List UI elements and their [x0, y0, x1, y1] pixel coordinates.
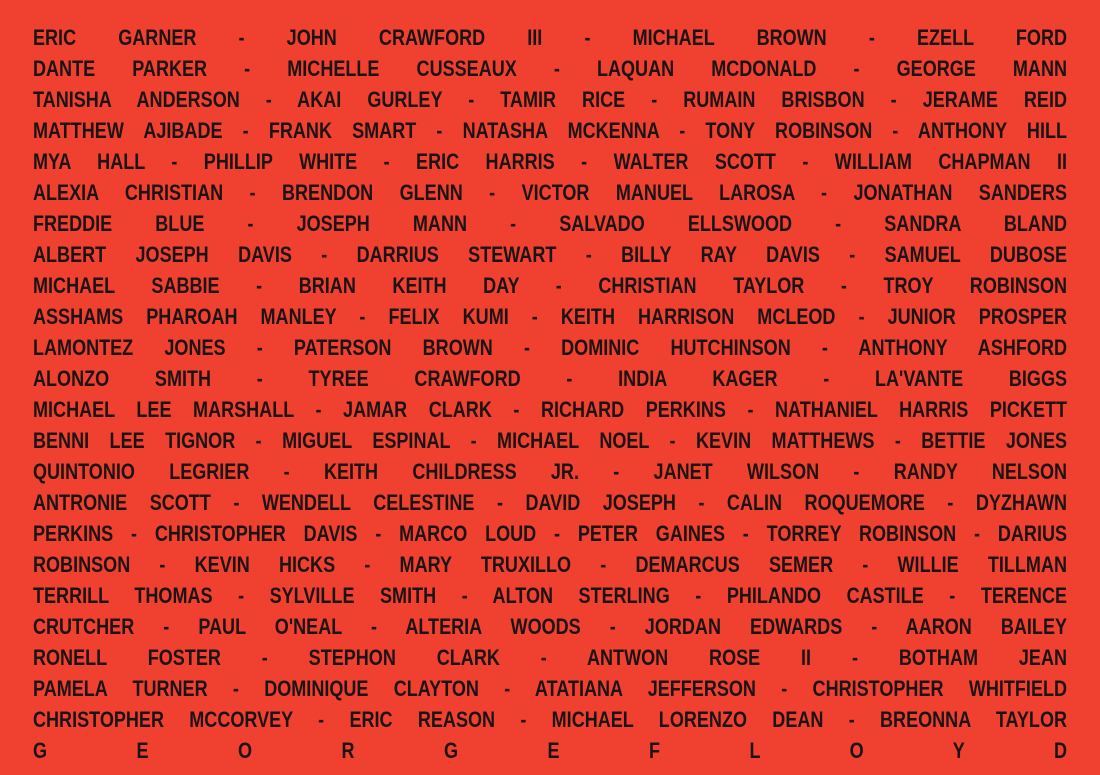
name-line-text: QUINTONIO LEGRIER - KEITH CHILDRESS JR. …: [33, 459, 1068, 484]
name-line: ALEXIA CHRISTIAN - BRENDON GLENN - VICTO…: [33, 177, 1067, 208]
name-line: ANTRONIE SCOTT - WENDELL CELESTINE - DAV…: [33, 487, 1067, 518]
name-line-text: MICHAEL SABBIE - BRIAN KEITH DAY - CHRIS…: [33, 273, 1068, 298]
name-line-text: MYA HALL - PHILLIP WHITE - ERIC HARRIS -…: [33, 149, 1068, 174]
name-line-text: DANTE PARKER - MICHELLE CUSSEAUX - LAQUA…: [33, 56, 1068, 81]
name-line: PAMELA TURNER - DOMINIQUE CLAYTON - ATAT…: [33, 673, 1067, 704]
name-line-text: LAMONTEZ JONES - PATERSON BROWN - DOMINI…: [33, 335, 1068, 360]
name-line-text: FREDDIE BLUE - JOSEPH MANN - SALVADO ELL…: [33, 211, 1068, 236]
george-floyd-line: G E O R G E F L O Y D: [33, 735, 1067, 766]
name-line-text: PAMELA TURNER - DOMINIQUE CLAYTON - ATAT…: [33, 676, 1068, 701]
name-line: QUINTONIO LEGRIER - KEITH CHILDRESS JR. …: [33, 456, 1067, 487]
name-line: MICHAEL LEE MARSHALL - JAMAR CLARK - RIC…: [33, 394, 1067, 425]
name-line: ROBINSON - KEVIN HICKS - MARY TRUXILLO -…: [33, 549, 1067, 580]
name-line-text: MICHAEL LEE MARSHALL - JAMAR CLARK - RIC…: [33, 397, 1068, 422]
name-line-text: BENNI LEE TIGNOR - MIGUEL ESPINAL - MICH…: [33, 428, 1068, 453]
name-line-text: ERIC GARNER - JOHN CRAWFORD III - MICHAE…: [33, 25, 1068, 50]
name-line-text: MATTHEW AJIBADE - FRANK SMART - NATASHA …: [33, 118, 1068, 143]
names-poster: ERIC GARNER - JOHN CRAWFORD III - MICHAE…: [33, 22, 1067, 766]
name-line-text: ASSHAMS PHAROAH MANLEY - FELIX KUMI - KE…: [33, 304, 1068, 329]
name-line-text: ANTRONIE SCOTT - WENDELL CELESTINE - DAV…: [33, 490, 1068, 515]
name-line: MYA HALL - PHILLIP WHITE - ERIC HARRIS -…: [33, 146, 1067, 177]
name-line: CRUTCHER - PAUL O'NEAL - ALTERIA WOODS -…: [33, 611, 1067, 642]
name-line-text: CHRISTOPHER MCCORVEY - ERIC REASON - MIC…: [33, 707, 1068, 732]
name-line-text: PERKINS - CHRISTOPHER DAVIS - MARCO LOUD…: [33, 521, 1068, 546]
name-line-text: CRUTCHER - PAUL O'NEAL - ALTERIA WOODS -…: [33, 614, 1068, 639]
name-line-text: ALONZO SMITH - TYREE CRAWFORD - INDIA KA…: [33, 366, 1068, 391]
name-line-text: RONELL FOSTER - STEPHON CLARK - ANTWON R…: [33, 645, 1068, 670]
name-line: MICHAEL SABBIE - BRIAN KEITH DAY - CHRIS…: [33, 270, 1067, 301]
name-line: MATTHEW AJIBADE - FRANK SMART - NATASHA …: [33, 115, 1067, 146]
name-line: DANTE PARKER - MICHELLE CUSSEAUX - LAQUA…: [33, 53, 1067, 84]
name-line: FREDDIE BLUE - JOSEPH MANN - SALVADO ELL…: [33, 208, 1067, 239]
name-line: CHRISTOPHER MCCORVEY - ERIC REASON - MIC…: [33, 704, 1067, 735]
george-floyd-text: G E O R G E F L O Y D: [33, 738, 1068, 763]
name-line: BENNI LEE TIGNOR - MIGUEL ESPINAL - MICH…: [33, 425, 1067, 456]
name-line: ERIC GARNER - JOHN CRAWFORD III - MICHAE…: [33, 22, 1067, 53]
name-line: TANISHA ANDERSON - AKAI GURLEY - TAMIR R…: [33, 84, 1067, 115]
name-line-text: TANISHA ANDERSON - AKAI GURLEY - TAMIR R…: [33, 87, 1068, 112]
name-line-text: TERRILL THOMAS - SYLVILLE SMITH - ALTON …: [33, 583, 1068, 608]
name-line: ALBERT JOSEPH DAVIS - DARRIUS STEWART - …: [33, 239, 1067, 270]
name-line-text: ROBINSON - KEVIN HICKS - MARY TRUXILLO -…: [33, 552, 1068, 577]
name-line: TERRILL THOMAS - SYLVILLE SMITH - ALTON …: [33, 580, 1067, 611]
name-line: PERKINS - CHRISTOPHER DAVIS - MARCO LOUD…: [33, 518, 1067, 549]
name-line-text: ALBERT JOSEPH DAVIS - DARRIUS STEWART - …: [33, 242, 1068, 267]
name-line: ASSHAMS PHAROAH MANLEY - FELIX KUMI - KE…: [33, 301, 1067, 332]
name-line-text: ALEXIA CHRISTIAN - BRENDON GLENN - VICTO…: [33, 180, 1068, 205]
name-line: LAMONTEZ JONES - PATERSON BROWN - DOMINI…: [33, 332, 1067, 363]
name-line: RONELL FOSTER - STEPHON CLARK - ANTWON R…: [33, 642, 1067, 673]
name-line: ALONZO SMITH - TYREE CRAWFORD - INDIA KA…: [33, 363, 1067, 394]
